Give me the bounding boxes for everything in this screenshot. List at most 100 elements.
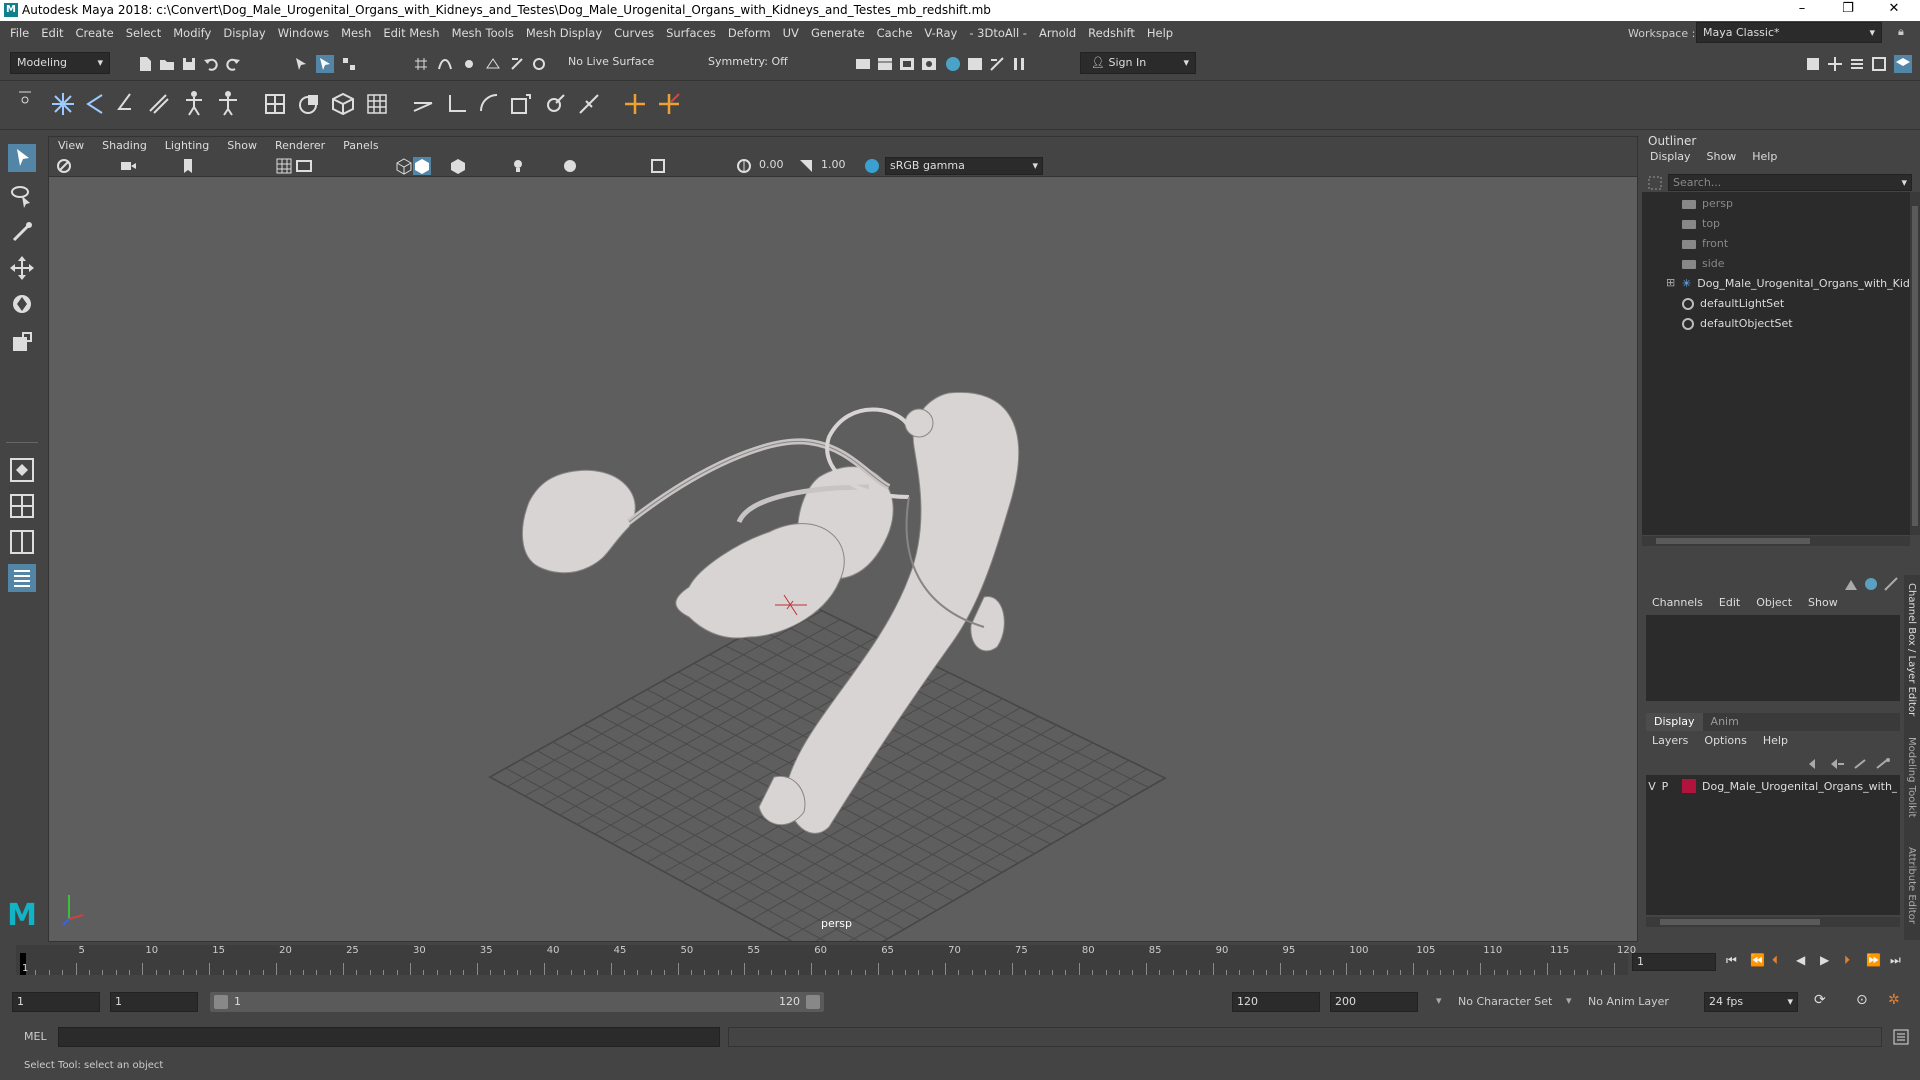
scale-tool-icon[interactable] [8,328,36,356]
render-sequence-icon[interactable] [876,55,894,73]
outliner-menu-help[interactable]: Help [1744,150,1785,163]
exposure-icon[interactable] [735,157,753,175]
channel-menu-channels[interactable]: Channels [1644,595,1711,611]
lattice-icon[interactable] [364,91,390,117]
command-input[interactable] [58,1027,720,1047]
isolate-select-icon[interactable] [649,157,667,175]
script-editor-icon[interactable] [1892,1028,1910,1046]
layer-list[interactable]: V P Dog_Male_Urogenital_Organs_with_ [1646,775,1900,915]
use-lights-icon[interactable] [509,157,527,175]
move-layer-up-icon[interactable] [1806,755,1824,773]
render-settings-icon[interactable] [920,55,938,73]
close-button[interactable]: ✕ [1876,1,1912,19]
workspace-dropdown[interactable]: Maya Classic* ▾ [1696,22,1882,43]
menu-windows[interactable]: Windows [272,21,335,45]
outliner-item-side[interactable]: side [1682,254,1725,274]
go-to-start-icon[interactable]: ⏮ [1726,953,1737,968]
redo-icon[interactable] [224,55,242,73]
pause-icon[interactable] [1010,55,1028,73]
attribute-editor-icon[interactable] [1826,55,1844,73]
viewport-panel[interactable]: View Shading Lighting Show Renderer Pane… [48,136,1638,942]
tab-attribute-editor[interactable]: Attribute Editor [1906,847,1917,924]
quick-rig-icon[interactable] [180,89,208,117]
cluster-icon[interactable] [656,91,682,117]
scale-constraint-icon[interactable] [508,91,534,117]
maximize-button[interactable]: ❐ [1830,1,1866,19]
wireframe-icon[interactable] [395,157,413,175]
command-language-label[interactable]: MEL [24,1030,47,1043]
ik-handle-icon[interactable] [112,91,138,117]
time-slider[interactable]: 5 10 15 20 25 30 35 40 45 50 55 60 65 70 75 80 85 90 95 100… [0,945,1920,981]
menu-help[interactable]: Help [1141,21,1179,45]
snap-view-plane-icon[interactable] [484,55,502,73]
layer-horizontal-scrollbar[interactable] [1646,917,1900,927]
play-forward-icon[interactable]: ▶ [1820,953,1829,967]
animation-start-field[interactable]: 1 [12,992,100,1012]
bookmark-icon[interactable] [179,157,197,175]
layer-editor-icon[interactable] [1894,55,1912,73]
point-constraint-icon[interactable] [444,91,470,117]
menu-edit-mesh[interactable]: Edit Mesh [377,21,445,45]
menu-edit[interactable]: Edit [35,21,69,45]
layer-playback-toggle[interactable]: P [1658,780,1672,793]
layer-menu-layers[interactable]: Layers [1644,733,1696,749]
fps-dropdown[interactable]: 24 fps ▾ [1704,992,1798,1012]
current-frame-field[interactable]: 1 [1632,953,1716,971]
outliner-vertical-scrollbar[interactable] [1910,192,1920,535]
colorspace-dropdown[interactable]: sRGB gamma ▾ [885,157,1043,175]
render-view-icon[interactable] [966,55,984,73]
move-layer-down-icon[interactable] [1828,755,1846,773]
hypershade-icon[interactable] [944,55,962,73]
range-start-handle[interactable] [214,995,228,1009]
menu-mesh[interactable]: Mesh [335,21,377,45]
snap-live-icon[interactable] [508,55,526,73]
menu-modify[interactable]: Modify [167,21,217,45]
select-object-icon[interactable] [316,55,334,73]
channel-menu-edit[interactable]: Edit [1711,595,1748,611]
viewport-menu-panels[interactable]: Panels [334,137,387,155]
save-scene-icon[interactable] [180,55,198,73]
play-backward-icon[interactable]: ◀ [1796,953,1805,967]
camera-attributes-icon[interactable] [119,157,137,175]
modeling-toolkit-icon[interactable] [1804,55,1822,73]
scene-canvas[interactable] [49,177,1637,941]
3d-model-urogenital-organs[interactable] [521,391,1020,834]
layer-color-swatch[interactable] [1682,779,1696,793]
grid-toggle-icon[interactable] [275,157,293,175]
outliner-item-default-object-set[interactable]: defaultObjectSet [1682,314,1793,334]
single-perspective-layout-icon[interactable] [8,456,36,484]
menu-3dtoall[interactable]: - 3DtoAll - [963,21,1033,45]
undo-icon[interactable] [202,55,220,73]
tab-anim[interactable]: Anim [1703,713,1747,731]
viewport-menu-renderer[interactable]: Renderer [266,137,334,155]
menu-vray[interactable]: V-Ray [918,21,963,45]
move-tool-icon[interactable] [8,254,36,282]
gamma-icon[interactable] [797,157,815,175]
lasso-tool-icon[interactable] [8,182,36,210]
go-to-end-icon[interactable]: ⏭ [1890,953,1901,968]
outliner-filter-icon[interactable] [1646,174,1664,192]
orient-constraint-icon[interactable] [476,91,502,117]
menu-mesh-display[interactable]: Mesh Display [520,21,608,45]
auto-key-icon[interactable]: ⊙ [1856,992,1868,1008]
lock-icon[interactable]: 🔒︎ [1898,25,1904,39]
outliner-item-default-light-set[interactable]: defaultLightSet [1682,294,1784,314]
outliner-item-top[interactable]: top [1682,214,1720,234]
redshift-render-icon[interactable] [988,55,1006,73]
menu-generate[interactable]: Generate [805,21,871,45]
open-scene-icon[interactable] [158,55,176,73]
outliner-horizontal-scrollbar[interactable] [1642,536,1910,546]
snap-point-icon[interactable] [460,55,478,73]
film-gate-icon[interactable] [295,157,313,175]
viewport-menu-lighting[interactable]: Lighting [156,137,218,155]
viewport-menu-show[interactable]: Show [218,137,266,155]
menu-arnold[interactable]: Arnold [1033,21,1082,45]
wrap-deformer-icon[interactable] [330,91,356,117]
animation-end-field[interactable]: 200 [1330,992,1418,1012]
character-set-dropdown[interactable]: No Character Set [1458,995,1552,1008]
layer-menu-help[interactable]: Help [1755,733,1796,749]
ik-spline-icon[interactable] [146,91,172,117]
channel-menu-object[interactable]: Object [1748,595,1800,611]
menu-uv[interactable]: UV [777,21,805,45]
step-forward-frame-icon[interactable]: ⏵ [1844,953,1850,968]
